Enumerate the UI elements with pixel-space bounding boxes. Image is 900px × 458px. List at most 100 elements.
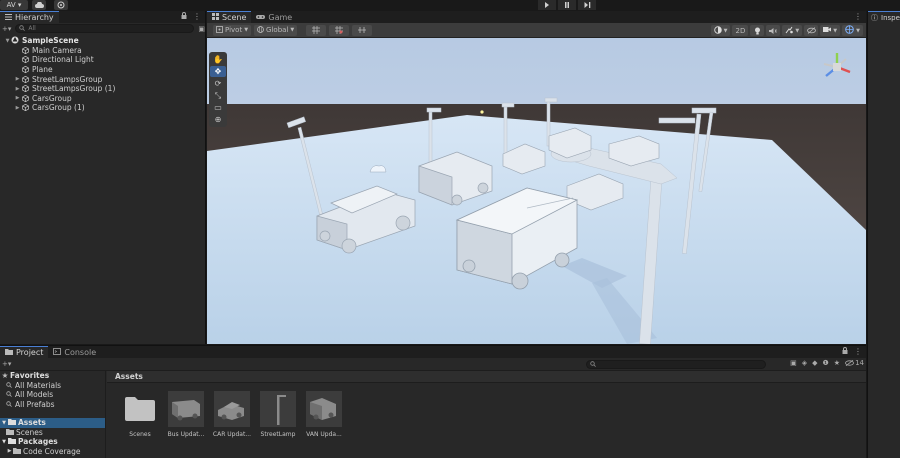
car-model-icon	[214, 391, 250, 427]
expand-arrow-icon[interactable]: ▶	[14, 76, 21, 82]
tab-console[interactable]: Console	[48, 346, 101, 358]
hierarchy-item[interactable]: Main Camera	[0, 46, 205, 56]
global-dropdown[interactable]: Global ▼	[254, 24, 298, 36]
hidden-objects-icon[interactable]	[804, 25, 819, 36]
favorite-item[interactable]: All Materials	[0, 381, 105, 391]
main-toolbar: AV ▾	[0, 0, 900, 10]
search-by-type-icon[interactable]: ▣	[790, 359, 797, 367]
tab-project[interactable]: Project	[0, 346, 49, 358]
project-tab-bar: Project Console ⋮	[0, 346, 866, 358]
assets-breadcrumb-label[interactable]: Assets	[115, 372, 143, 381]
expand-arrow-icon[interactable]: ▶	[6, 448, 13, 454]
hierarchy-item[interactable]: ▶ StreetLampsGroup (1)	[0, 84, 205, 94]
hierarchy-search-input[interactable]: All	[15, 24, 195, 33]
add-dropdown-icon[interactable]: +▾	[2, 25, 11, 33]
snap-increment-icon[interactable]	[329, 24, 350, 36]
move-tool-icon[interactable]: ✥	[210, 66, 226, 77]
hidden-packages-icon[interactable]: 14	[845, 359, 864, 367]
play-icon[interactable]	[538, 0, 556, 10]
bus-model-icon	[168, 391, 204, 427]
expand-arrow-icon[interactable]: ▶	[14, 86, 21, 92]
pivot-icon	[216, 25, 223, 35]
packages-folder[interactable]: ▼ Packages	[0, 437, 105, 447]
assets-folder[interactable]: ▼ Assets	[0, 418, 105, 428]
asset-item[interactable]: Bus Updat...	[166, 391, 206, 438]
favorite-star-icon[interactable]: ★	[834, 359, 840, 367]
favorites-header[interactable]: ★ Favorites	[0, 371, 105, 381]
audio-toggle-icon[interactable]	[766, 25, 781, 36]
expand-arrow-icon[interactable]: ▼	[0, 439, 8, 445]
2d-mode-button[interactable]: 2D	[732, 25, 749, 36]
hierarchy-item-label: StreetLampsGroup (1)	[32, 84, 116, 94]
hierarchy-item[interactable]: ▶ CarsGroup	[0, 94, 205, 104]
transform-tool-icon[interactable]: ⊕	[210, 114, 226, 125]
hierarchy-search-row: +▾ All ▣	[0, 23, 205, 34]
camera-dropdown[interactable]: ▼	[820, 25, 841, 36]
globe-icon	[257, 25, 264, 35]
project-search-input[interactable]	[586, 360, 766, 369]
hand-tool-icon[interactable]: ✋	[210, 54, 226, 65]
create-dropdown-icon[interactable]: +▾	[2, 360, 11, 368]
search-by-tag-icon[interactable]: ◆	[812, 359, 817, 367]
tab-inspector[interactable]: ⓘ Inspe	[868, 11, 900, 23]
step-icon[interactable]	[578, 0, 596, 10]
expand-arrow-icon[interactable]: ▶	[14, 105, 21, 111]
collab-icon[interactable]	[54, 0, 68, 10]
scale-tool-icon[interactable]: ⤡	[210, 90, 226, 101]
favorite-item[interactable]: All Models	[0, 390, 105, 400]
gameobject-cube-icon	[21, 56, 29, 64]
scene-viewport[interactable]	[207, 38, 866, 344]
expand-arrow-icon[interactable]: ▼	[4, 38, 11, 44]
account-dropdown[interactable]: AV ▾	[0, 0, 28, 10]
asset-item[interactable]: CAR Updat...	[212, 391, 252, 438]
expand-arrow-icon[interactable]: ▶	[14, 95, 21, 101]
asset-item[interactable]: StreetLamp	[258, 391, 298, 438]
hierarchy-item[interactable]: Plane	[0, 65, 205, 75]
hierarchy-item-label: CarsGroup (1)	[32, 103, 85, 113]
effects-dropdown[interactable]: ▼	[782, 25, 803, 36]
inspector-panel: ⓘ Inspe	[867, 11, 900, 458]
package-item[interactable]: ▶ Code Coverage	[0, 447, 105, 457]
project-filter-icons: ▣ ◈ ◆ ❶ ★ 14	[790, 359, 864, 367]
orientation-gizmo[interactable]	[820, 50, 854, 84]
grid-icon	[212, 13, 219, 22]
kebab-menu-icon[interactable]: ⋮	[854, 347, 862, 356]
asset-item[interactable]: VAN Upda...	[304, 391, 344, 438]
hierarchy-item[interactable]: ▶ CarsGroup (1)	[0, 103, 205, 113]
gameobject-cube-icon	[21, 66, 29, 74]
draw-mode-dropdown[interactable]: ▼	[710, 25, 731, 36]
grid-snap-icon[interactable]	[306, 24, 327, 36]
pivot-dropdown[interactable]: Pivot ▼	[213, 24, 252, 36]
scenes-folder[interactable]: Scenes	[0, 428, 105, 438]
tab-scene[interactable]: Scene	[207, 11, 252, 23]
search-icon	[19, 24, 26, 33]
scene-tab-label: Scene	[222, 13, 247, 22]
rotate-tool-icon[interactable]: ⟳	[210, 78, 226, 89]
folder-icon	[8, 418, 16, 427]
tab-game[interactable]: Game	[251, 11, 297, 23]
pause-icon[interactable]	[558, 0, 576, 10]
kebab-menu-icon[interactable]: ⋮	[854, 12, 862, 21]
log-icon[interactable]: ❶	[823, 359, 829, 367]
favorite-item[interactable]: All Prefabs	[0, 400, 105, 410]
cloud-icon[interactable]	[32, 0, 46, 10]
hierarchy-item[interactable]: Directional Light	[0, 55, 205, 65]
lock-icon[interactable]	[842, 347, 848, 356]
asset-item[interactable]: Scenes	[120, 391, 160, 438]
kebab-menu-icon[interactable]: ⋮	[193, 12, 201, 21]
scene-visibility-icon[interactable]: ▣	[198, 25, 205, 33]
lock-icon[interactable]	[181, 12, 187, 21]
tab-hierarchy[interactable]: Hierarchy	[0, 11, 59, 23]
gizmos-dropdown[interactable]: ▼	[842, 25, 863, 36]
hierarchy-item[interactable]: ▶ StreetLampsGroup	[0, 74, 205, 84]
asset-label: VAN Upda...	[306, 431, 342, 438]
asset-label: CAR Updat...	[212, 431, 252, 438]
folder-icon	[5, 348, 13, 357]
expand-arrow-icon[interactable]: ▼	[0, 420, 8, 426]
gizmo-globe-icon	[845, 25, 854, 36]
lighting-toggle-icon[interactable]	[750, 25, 765, 36]
search-by-label-icon[interactable]: ◈	[802, 359, 807, 367]
increment-snap-dropdown[interactable]	[352, 24, 373, 36]
rect-tool-icon[interactable]: ▭	[210, 102, 226, 113]
scene-root[interactable]: ▼ SampleScene	[0, 36, 205, 46]
